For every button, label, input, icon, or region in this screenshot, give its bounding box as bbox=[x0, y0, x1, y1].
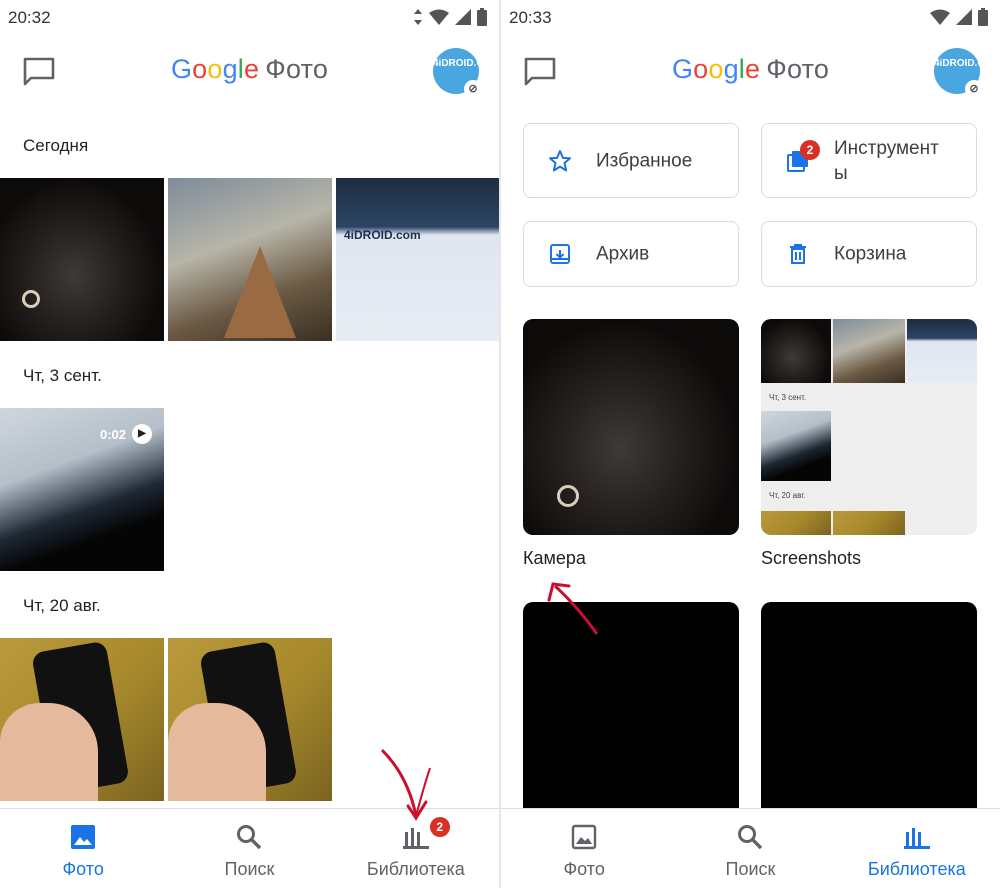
avatar[interactable]: 4iDROID.COM ⊘ bbox=[433, 48, 499, 98]
tile-tools[interactable]: 2 Инструмент ы bbox=[761, 123, 977, 198]
tile-archive[interactable]: Архив bbox=[523, 221, 739, 287]
star-icon bbox=[549, 149, 571, 171]
mini-photo bbox=[761, 511, 831, 535]
photo-phone-2[interactable] bbox=[168, 638, 332, 801]
nav-label: Поиск bbox=[224, 859, 275, 879]
left-screen: 20:32 Google Фото 4iDROID.COM ⊘ Сегодня 4i… bbox=[0, 0, 499, 888]
search-icon bbox=[237, 825, 262, 850]
logo-mark bbox=[22, 290, 40, 308]
mini-date-label: Чт, 20 авг. bbox=[769, 491, 806, 500]
library-icon bbox=[402, 828, 429, 849]
nav-label: Поиск bbox=[725, 859, 776, 879]
photo-icon bbox=[571, 824, 597, 850]
nav-photos[interactable]: Фото bbox=[0, 809, 166, 888]
nav-label: Фото bbox=[62, 859, 104, 879]
trash-icon bbox=[790, 244, 806, 264]
app-bar: Google Фото 4iDROID.COM ⊘ bbox=[0, 34, 499, 110]
status-bar: 20:32 bbox=[0, 0, 499, 34]
album-cover-dark[interactable] bbox=[761, 602, 977, 818]
status-icons bbox=[413, 8, 487, 26]
nav-search[interactable]: Поиск bbox=[667, 809, 833, 888]
logo-app-name: Фото bbox=[265, 54, 329, 84]
search-icon bbox=[738, 825, 763, 850]
video-thumbnail[interactable]: 0:02 ▶ bbox=[0, 408, 164, 571]
google-photos-logo: Google Фото bbox=[501, 54, 1000, 85]
hand-shape bbox=[0, 703, 99, 801]
status-bar: 20:33 bbox=[501, 0, 1000, 34]
app-bar: Google Фото 4iDROID.COM ⊘ bbox=[501, 34, 1000, 110]
backup-off-icon: ⊘ bbox=[965, 80, 983, 98]
status-time: 20:33 bbox=[509, 8, 552, 27]
logo-letter: o bbox=[693, 54, 709, 84]
backup-off-icon: ⊘ bbox=[464, 80, 482, 98]
nav-label: Библиотека bbox=[366, 859, 465, 879]
album-screenshots-cover[interactable]: Чт, 3 сент. Чт, 20 авг. bbox=[761, 319, 977, 535]
logo-letter: o bbox=[708, 54, 724, 84]
photo-pyramid[interactable] bbox=[168, 178, 332, 341]
wifi-icon bbox=[429, 9, 449, 25]
nav-label: Библиотека bbox=[867, 859, 966, 879]
video-duration: 0:02 ▶ bbox=[100, 424, 152, 444]
mini-date-label: Чт, 3 сент. bbox=[769, 393, 807, 402]
nav-library[interactable]: Библиотека bbox=[834, 809, 1000, 888]
data-transfer-icon bbox=[414, 9, 422, 25]
avatar[interactable]: 4iDROID.COM ⊘ bbox=[934, 48, 1000, 98]
pyramid-shape bbox=[223, 246, 296, 339]
tile-label: Избранное bbox=[596, 150, 693, 171]
logo-letter: g bbox=[222, 54, 238, 84]
date-header-today: Сегодня bbox=[23, 136, 89, 155]
logo-letter: g bbox=[723, 54, 739, 84]
google-photos-logo: Google Фото bbox=[0, 54, 499, 85]
tools-badge: 2 bbox=[800, 140, 820, 160]
logo-letter: G bbox=[671, 54, 694, 84]
logo-letter: e bbox=[244, 54, 260, 84]
photo-phone-1[interactable] bbox=[0, 638, 164, 801]
duration-text: 0:02 bbox=[99, 426, 126, 442]
nav-label: Фото bbox=[563, 859, 605, 879]
logo-letter: e bbox=[745, 54, 761, 84]
logo-app-name: Фото bbox=[766, 54, 830, 84]
logo-letter: o bbox=[207, 54, 223, 84]
tile-label: Корзина bbox=[834, 243, 907, 265]
battery-icon bbox=[978, 8, 988, 26]
signal-icon bbox=[956, 9, 972, 25]
date-header-sep3: Чт, 3 сент. bbox=[23, 366, 102, 385]
avatar-text: 4iDROID.COM bbox=[433, 58, 499, 69]
battery-icon bbox=[477, 8, 487, 26]
tile-trash[interactable]: Корзина bbox=[761, 221, 977, 287]
tile-label: Инструмент ы bbox=[834, 137, 939, 184]
mini-photo bbox=[761, 319, 831, 383]
album-screenshots-name: Screenshots bbox=[761, 548, 862, 568]
annotation-arrow bbox=[547, 582, 599, 635]
status-icons bbox=[930, 8, 988, 26]
avatar-text: 4iDROID.COM bbox=[934, 58, 1000, 69]
annotation-arrow bbox=[380, 748, 431, 821]
mini-video bbox=[761, 411, 831, 481]
library-icon bbox=[903, 828, 930, 849]
nav-photos[interactable]: Фото bbox=[501, 809, 667, 888]
mini-photo bbox=[833, 511, 905, 535]
right-screen: 20:33 Google Фото 4iDROID.COM ⊘ Избранное … bbox=[501, 0, 1000, 888]
site-text: 4iDROID.com bbox=[344, 228, 421, 242]
photo-mouse[interactable] bbox=[0, 178, 164, 341]
wifi-icon bbox=[930, 9, 950, 25]
logo-letter: G bbox=[170, 54, 193, 84]
signal-icon bbox=[455, 9, 471, 25]
tile-favorites[interactable]: Избранное bbox=[523, 123, 739, 198]
mini-photo bbox=[833, 319, 905, 383]
photo-icon bbox=[71, 825, 96, 849]
nav-search[interactable]: Поиск bbox=[166, 809, 332, 888]
logo-letter: o bbox=[192, 54, 208, 84]
photo-screen[interactable]: 4iDROID.com bbox=[336, 178, 499, 341]
play-icon: ▶ bbox=[132, 424, 152, 444]
hand-shape bbox=[168, 703, 267, 801]
album-camera-cover[interactable] bbox=[523, 319, 739, 535]
status-time: 20:32 bbox=[8, 8, 51, 27]
bottom-navigation: Фото Поиск Библиотека bbox=[501, 808, 1000, 888]
date-header-aug20: Чт, 20 авг. bbox=[23, 596, 101, 615]
logo-mark bbox=[557, 485, 579, 507]
tile-label: Архив bbox=[596, 243, 650, 265]
archive-icon bbox=[550, 244, 570, 264]
mini-photo bbox=[907, 319, 977, 383]
